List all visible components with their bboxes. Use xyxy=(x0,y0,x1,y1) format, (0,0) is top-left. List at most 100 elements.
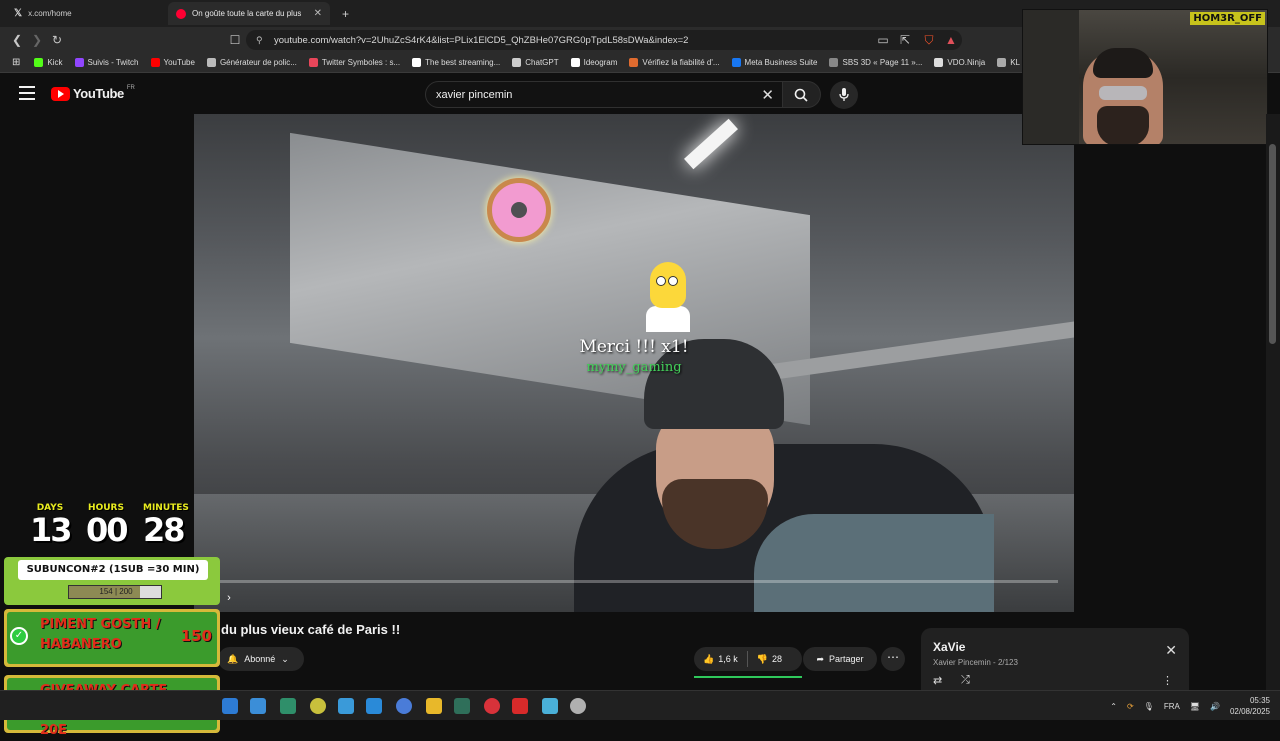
countdown-timer: DAYS 13 HOURS 00 MINUTES 28 xyxy=(30,503,190,553)
apps-grid-icon[interactable]: ⊞ xyxy=(12,57,20,68)
bookmark-youtube[interactable]: YouTube xyxy=(150,58,195,67)
clock-date: 02/08/2025 xyxy=(1229,707,1270,716)
twitch-icon xyxy=(74,58,84,67)
bookmark-font-generator[interactable]: Générateur de polic... xyxy=(206,58,297,67)
tab-youtube-video[interactable]: On goûte toute la carte du plus ✕ xyxy=(168,2,330,25)
video-player[interactable]: Merci !!! x1! mymy_gaming › ▤ ⚙ ▣ ▭ ⛶ xyxy=(194,114,1074,612)
share-arrow-icon: ➦ xyxy=(816,653,824,664)
scrollbar-thumb[interactable] xyxy=(1269,144,1276,344)
goal-text: PIMENT GOSTH / HABANERO xyxy=(40,617,161,652)
bookmark-best-streaming[interactable]: The best streaming... xyxy=(412,58,500,67)
subathon-progress-bar: 154 | 200 xyxy=(68,585,162,599)
clear-search-icon[interactable]: ✕ xyxy=(761,86,774,104)
youtube-logo[interactable]: YouTube FR xyxy=(51,85,135,101)
app-icon-6[interactable] xyxy=(454,698,470,714)
chapter-arrow-icon[interactable]: › xyxy=(220,589,238,607)
thumbs-up-icon: 👍 xyxy=(703,653,715,664)
close-tab-icon[interactable]: ✕ xyxy=(314,8,322,19)
subathon-label: SUBUNCON#2 (1SUB =30 MIN) xyxy=(18,560,208,580)
microphone-tray-icon[interactable]: 🎙 xyxy=(1144,702,1154,711)
tray-app-icon[interactable]: ⟳ xyxy=(1127,702,1134,711)
bookmark-twitter-symbols[interactable]: Twitter Symboles : s... xyxy=(308,58,400,67)
shuffle-icon[interactable]: ⤮ xyxy=(961,674,970,687)
webcam-tag: HOM3R_OFF xyxy=(1190,12,1265,25)
playlist-owner[interactable]: Xavier Pincemin xyxy=(933,658,991,667)
like-dislike-bar: 👍 1,6 k 👎 28 xyxy=(694,647,802,671)
notes-icon[interactable] xyxy=(542,698,558,714)
timer-minutes: MINUTES 28 xyxy=(143,503,189,549)
app-icon-2[interactable] xyxy=(250,698,266,714)
ceiling-light xyxy=(684,118,738,170)
bookmark-meta-business[interactable]: Meta Business Suite xyxy=(731,58,817,67)
thumbs-down-icon: 👎 xyxy=(756,653,768,664)
youtube-app-icon[interactable] xyxy=(512,698,528,714)
app-icon-4[interactable] xyxy=(396,698,412,714)
diamond-icon xyxy=(412,58,422,67)
share-button[interactable]: ➦ Partager xyxy=(803,647,877,671)
app-icon-3[interactable] xyxy=(310,698,326,714)
menu-icon[interactable] xyxy=(19,86,35,100)
kl-icon xyxy=(997,58,1007,67)
back-arrow-icon[interactable]: ❮ xyxy=(8,31,26,49)
bookmark-kl[interactable]: KL xyxy=(997,58,1020,67)
address-bar[interactable]: ⚲ youtube.com/watch?v=2UhuZcS4rK4&list=P… xyxy=(246,30,962,50)
search-button[interactable] xyxy=(783,81,821,108)
playlist-title[interactable]: XaVie xyxy=(933,640,965,654)
bookmark-sbs-3d[interactable]: SBS 3D « Page 11 »... xyxy=(829,58,922,67)
clock[interactable]: 05:35 02/08/2025 xyxy=(1230,695,1270,717)
brave-rewards-icon[interactable]: ▲ xyxy=(942,31,960,49)
like-button[interactable]: 👍 1,6 k xyxy=(694,647,747,671)
video-title: du plus vieux café de Paris !! xyxy=(221,622,401,637)
bookmark-ideogram[interactable]: Ideogram xyxy=(570,58,617,67)
language-indicator[interactable]: FRA xyxy=(1164,702,1180,711)
video-progress-bar[interactable] xyxy=(210,580,1058,583)
lightning-icon xyxy=(308,58,318,67)
playlist-menu-icon[interactable]: ⋮ xyxy=(1162,674,1173,687)
streamer-webcam: HOM3R_OFF xyxy=(1022,9,1268,145)
dislike-button[interactable]: 👎 28 xyxy=(748,647,791,671)
system-tray: ⌃ ⟳ 🎙 FRA 🖥 🔊 05:35 02/08/2025 xyxy=(1110,693,1270,719)
bookmark-star-icon[interactable]: ☐ xyxy=(226,31,244,49)
more-actions-button[interactable]: ⋯ xyxy=(881,647,905,671)
volume-icon[interactable]: 🔊 xyxy=(1210,702,1220,711)
terminal-icon[interactable] xyxy=(280,698,296,714)
site-info-icon[interactable]: ⚲ xyxy=(256,35,263,46)
bookmark-chatgpt[interactable]: ChatGPT xyxy=(512,58,559,67)
subscribed-button[interactable]: 🔔 Abonné ⌄ xyxy=(218,647,304,671)
like-ratio-bar xyxy=(694,676,802,678)
vdo-ninja-icon xyxy=(934,58,944,67)
brave-shield-icon[interactable]: ⛉ xyxy=(920,31,938,49)
app-icon-5[interactable] xyxy=(426,698,442,714)
share-page-icon[interactable]: ⇱ xyxy=(896,31,914,49)
tray-expand-icon[interactable]: ⌃ xyxy=(1110,702,1117,711)
reload-icon[interactable]: ↻ xyxy=(48,31,66,49)
vscode-icon[interactable] xyxy=(366,698,382,714)
close-playlist-icon[interactable]: ✕ xyxy=(1165,642,1177,659)
windows-taskbar: ⌃ ⟳ 🎙 FRA 🖥 🔊 05:35 02/08/2025 xyxy=(0,690,1280,720)
file-explorer-icon[interactable] xyxy=(338,698,354,714)
loop-icon[interactable]: ⇄ xyxy=(933,674,942,687)
bookmark-kick[interactable]: Kick xyxy=(34,58,63,67)
youtube-play-logo-icon xyxy=(51,86,70,101)
bookmark-twitch[interactable]: Suivis - Twitch xyxy=(74,58,139,67)
forward-arrow-icon[interactable]: ❯ xyxy=(28,31,46,49)
chevron-down-icon: ⌄ xyxy=(281,653,289,664)
youtube-icon xyxy=(150,58,160,67)
kick-icon xyxy=(34,58,44,67)
bookmark-verify-reliability[interactable]: Vérifiez la fiabilité d'... xyxy=(629,58,720,67)
settings-app-icon[interactable] xyxy=(570,698,586,714)
checkmark-icon: ✓ xyxy=(10,627,28,645)
page-scrollbar[interactable] xyxy=(1266,114,1280,690)
tab-x-home[interactable]: 𝕏 x.com/home xyxy=(6,2,166,25)
new-tab-button[interactable]: + xyxy=(334,2,354,25)
app-icon-1[interactable] xyxy=(222,698,238,714)
voice-search-button[interactable] xyxy=(830,81,858,109)
obs-icon[interactable] xyxy=(484,698,500,714)
cast-icon[interactable]: ▭ xyxy=(874,31,892,49)
network-icon[interactable]: 🖥 xyxy=(1190,702,1200,711)
search-input[interactable]: xavier pincemin ✕ xyxy=(425,81,783,108)
playlist-panel: XaVie Xavier Pincemin - 2/123 ✕ ⇄ ⤮ ⋮ xyxy=(921,628,1189,690)
bell-icon: 🔔 xyxy=(227,653,239,664)
bookmark-vdo-ninja[interactable]: VDO.Ninja xyxy=(934,58,985,67)
homer-alert-icon xyxy=(646,262,690,332)
